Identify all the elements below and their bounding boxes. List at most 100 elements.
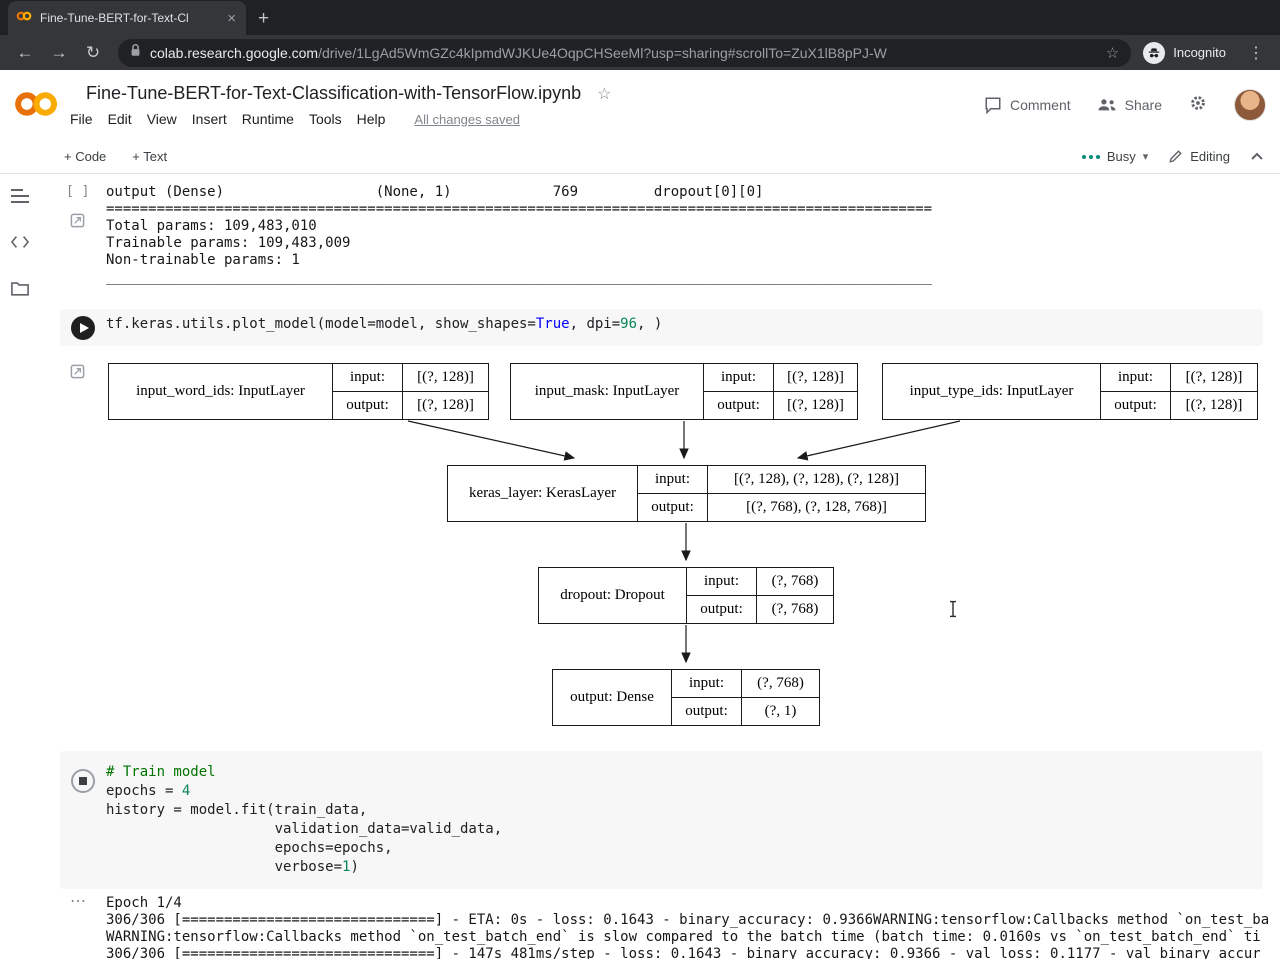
busy-status[interactable]: Busy ▾	[1081, 149, 1149, 164]
node-input-value: (?, 768)	[757, 675, 804, 691]
text-line: 306/306 [==============================]…	[106, 946, 1261, 959]
node-name: input_type_ids: InputLayer	[883, 364, 1101, 419]
screen: Fine-Tune-BERT-for-Text-Cl × + ← → ↻ col…	[0, 0, 1280, 960]
url-path: /drive/1LgAd5WmGZc4kIpmdWJKUe4OqpCHSeeMl…	[318, 44, 887, 61]
add-text-button[interactable]: + Text	[132, 149, 167, 164]
run-cell-button[interactable]	[71, 316, 95, 340]
colab-favicon-icon	[16, 8, 32, 29]
menu-insert[interactable]: Insert	[192, 111, 227, 127]
node-name: output: Dense	[553, 670, 672, 725]
back-icon[interactable]: ←	[10, 43, 40, 63]
header-actions: Comment Share	[984, 70, 1266, 140]
browser-tab-strip: Fine-Tune-BERT-for-Text-Cl × +	[0, 0, 1280, 35]
cell-gutter: ⋯	[60, 894, 106, 959]
comment-button[interactable]: Comment	[984, 96, 1071, 114]
comment-label: Comment	[1009, 97, 1071, 113]
table-of-contents-icon[interactable]	[0, 178, 40, 214]
text-line: Epoch 1/4	[106, 895, 182, 911]
diagram-node-input-type-ids: input_type_ids: InputLayer input: [(?, 12…	[882, 363, 1258, 420]
node-output-value: [(?, 128)]	[417, 397, 474, 413]
colab-header: Fine-Tune-BERT-for-Text-Classification-w…	[0, 70, 1280, 140]
files-folder-icon[interactable]	[0, 270, 40, 306]
cell-gutter: [ ]	[60, 184, 106, 286]
menu-bar: File Edit View Insert Runtime Tools Help…	[70, 111, 612, 127]
node-input-value: [(?, 128)]	[787, 369, 844, 385]
incognito-badge[interactable]: Incognito	[1141, 40, 1238, 66]
code-snippets-icon[interactable]	[0, 224, 40, 260]
node-output-label: output:	[333, 392, 403, 419]
editing-label: Editing	[1190, 149, 1230, 164]
node-output-label: output:	[687, 596, 757, 623]
tab-close-icon[interactable]: ×	[225, 11, 238, 26]
save-status[interactable]: All changes saved	[414, 112, 520, 127]
forward-icon[interactable]: →	[44, 43, 74, 63]
diagram-node-input-mask: input_mask: InputLayer input: [(?, 128)] …	[510, 363, 858, 420]
run-bracket[interactable]: [ ]	[60, 184, 89, 199]
busy-dots-icon	[1081, 154, 1100, 159]
text-line: epochs=epochs,	[106, 840, 393, 856]
avatar[interactable]	[1234, 89, 1266, 121]
model-summary-output: output (Dense) (None, 1) 769 dropout[0][…	[106, 184, 1280, 286]
title-block: Fine-Tune-BERT-for-Text-Classification-w…	[70, 83, 612, 127]
node-input-label: input:	[687, 568, 757, 595]
cell-gutter	[60, 313, 106, 340]
collapse-header-icon[interactable]	[1250, 148, 1264, 166]
reload-icon[interactable]: ↻	[78, 43, 108, 63]
diagram-node-output-dense: output: Dense input: (?, 768) output: (?, …	[552, 669, 820, 726]
code-editor[interactable]: # Train model epochs = 4 history = model.f…	[106, 761, 502, 877]
text-line: tf.keras.utils.plot_model(model=model, s…	[106, 316, 663, 332]
node-output-value: [(?, 128)]	[787, 397, 844, 413]
browser-tab[interactable]: Fine-Tune-BERT-for-Text-Cl ×	[8, 1, 246, 35]
code-editor[interactable]: tf.keras.utils.plot_model(model=model, s…	[106, 313, 662, 340]
train-code-cell[interactable]: # Train model epochs = 4 history = model.f…	[60, 751, 1263, 889]
node-input-value: (?, 768)	[771, 573, 819, 589]
cell-gutter	[60, 761, 106, 877]
text-line: 306/306 [==============================]…	[106, 912, 1270, 928]
share-button[interactable]: Share	[1097, 97, 1162, 113]
node-output-value: [(?, 768), (?, 128, 768)]	[746, 499, 887, 515]
share-label: Share	[1124, 97, 1162, 113]
menu-file[interactable]: File	[70, 111, 93, 127]
menu-edit[interactable]: Edit	[108, 111, 132, 127]
notebook-toolbar: + Code + Text Busy ▾ Editing	[0, 140, 1280, 174]
add-code-button[interactable]: + Code	[64, 149, 106, 164]
summary-output-row: [ ] output (Dense) (None, 1) 769 dropout…	[60, 184, 1280, 286]
editing-mode-button[interactable]: Editing	[1168, 149, 1230, 164]
browser-menu-icon[interactable]: ⋮	[1242, 43, 1270, 63]
star-notebook-icon[interactable]: ☆	[597, 84, 611, 104]
incognito-label: Incognito	[1173, 45, 1226, 60]
menu-help[interactable]: Help	[357, 111, 386, 127]
node-name: input_word_ids: InputLayer	[109, 364, 333, 419]
notebook-title[interactable]: Fine-Tune-BERT-for-Text-Classification-w…	[86, 83, 581, 104]
diagram-node-dropout: dropout: Dropout input: (?, 768) output: (…	[538, 567, 834, 624]
stop-cell-button[interactable]	[71, 769, 95, 793]
busy-dropdown-icon: ▾	[1142, 151, 1149, 163]
plot-model-code-cell[interactable]: tf.keras.utils.plot_model(model=model, s…	[60, 309, 1263, 346]
notebook-scroll-area[interactable]: [ ] output (Dense) (None, 1) 769 dropout…	[40, 174, 1280, 959]
colab-logo-icon[interactable]	[14, 89, 60, 124]
menu-view[interactable]: View	[147, 111, 177, 127]
text-line: WARNING:tensorflow:Callbacks method `on_…	[106, 929, 1261, 945]
left-rail	[0, 174, 40, 959]
output-overflow-icon[interactable]: ⋯	[60, 894, 86, 910]
node-name: keras_layer: KerasLayer	[448, 466, 638, 521]
node-output-label: output:	[704, 392, 774, 419]
node-output-value: [(?, 128)]	[1185, 397, 1243, 413]
lock-icon	[130, 43, 141, 62]
new-tab-button[interactable]: +	[258, 8, 269, 30]
node-output-label: output:	[672, 698, 742, 725]
diagram-output-row: input_word_ids: InputLayer input: [(?, 12…	[60, 356, 1280, 746]
settings-gear-icon[interactable]	[1188, 93, 1208, 118]
node-input-label: input:	[638, 466, 708, 493]
bookmark-star-icon[interactable]: ☆	[1106, 44, 1119, 62]
omnibox[interactable]: colab.research.google.com/drive/1LgAd5Wm…	[118, 38, 1132, 67]
menu-runtime[interactable]: Runtime	[242, 111, 294, 127]
menu-tools[interactable]: Tools	[309, 111, 342, 127]
comment-icon	[985, 97, 1001, 114]
cell-output-icon[interactable]	[70, 213, 85, 228]
browser-navbar: ← → ↻ colab.research.google.com/drive/1L…	[0, 35, 1280, 70]
cell-output-icon[interactable]	[70, 364, 85, 379]
url-text: colab.research.google.com/drive/1LgAd5Wm…	[150, 45, 1097, 61]
text-line: verbose=1)	[106, 859, 359, 875]
text-cursor	[948, 600, 958, 623]
